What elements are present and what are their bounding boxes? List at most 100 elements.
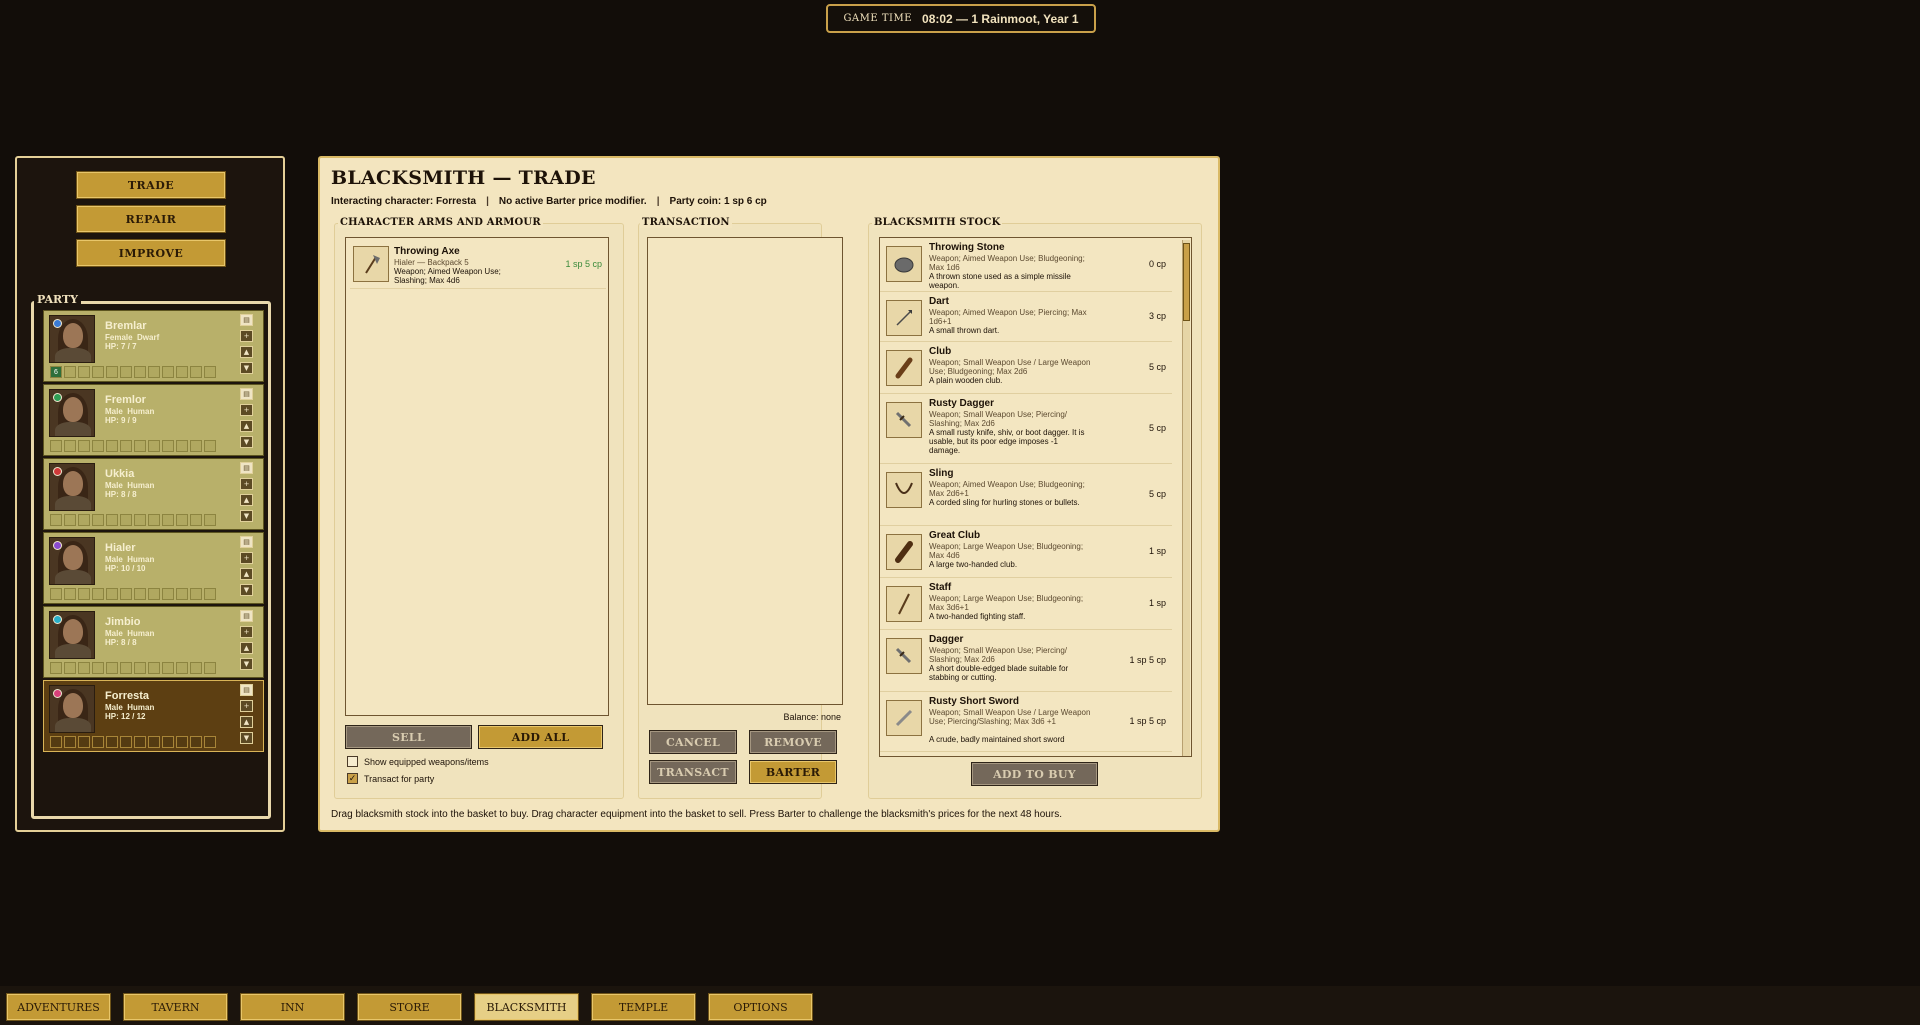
inventory-slot[interactable] xyxy=(92,514,104,526)
checkbox-box[interactable]: ✓ xyxy=(347,773,358,784)
character-portrait[interactable] xyxy=(49,463,95,511)
inventory-slot[interactable] xyxy=(78,366,90,378)
inventory-slot[interactable] xyxy=(204,514,216,526)
improve-button[interactable]: IMPROVE xyxy=(76,239,226,267)
inventory-slot[interactable] xyxy=(204,440,216,452)
party-member-card[interactable]: Fremlor Male Human HP: 9 / 9 ▤ + ▲ ▼ xyxy=(43,384,264,456)
party-member-card[interactable]: Hialer Male Human HP: 10 / 10 ▤ + ▲ ▼ xyxy=(43,532,264,604)
move-up-icon[interactable]: ▲ xyxy=(240,346,253,358)
stock-item[interactable]: Sling Weapon; Aimed Weapon Use; Bludgeon… xyxy=(880,464,1172,526)
inventory-slot[interactable] xyxy=(64,514,76,526)
party-member-card[interactable]: Ukkia Male Human HP: 8 / 8 ▤ + ▲ ▼ xyxy=(43,458,264,530)
character-portrait[interactable] xyxy=(49,537,95,585)
inventory-slot[interactable] xyxy=(78,662,90,674)
inventory-slot[interactable] xyxy=(190,366,202,378)
inventory-slot[interactable] xyxy=(134,662,146,674)
inventory-slot[interactable] xyxy=(148,588,160,600)
inventory-slot[interactable] xyxy=(120,366,132,378)
stock-list[interactable]: Throwing Stone Weapon; Aimed Weapon Use;… xyxy=(879,237,1192,757)
repair-button[interactable]: REPAIR xyxy=(76,205,226,233)
party-member-card[interactable]: Forresta Male Human HP: 12 / 12 ▤ + ▲ ▼ xyxy=(43,680,264,752)
character-items-list[interactable]: Throwing Axe Hialer — Backpack 5 Weapon;… xyxy=(345,237,609,716)
stock-item[interactable]: Dagger Weapon; Small Weapon Use; Piercin… xyxy=(880,630,1172,692)
inventory-slot[interactable] xyxy=(64,588,76,600)
inventory-slot[interactable] xyxy=(92,440,104,452)
inventory-slot[interactable] xyxy=(50,440,62,452)
tab-inn[interactable]: INN xyxy=(240,993,345,1021)
tab-tavern[interactable]: TAVERN xyxy=(123,993,228,1021)
checkbox-box[interactable] xyxy=(347,756,358,767)
stock-item[interactable]: Rusty Dagger Weapon; Small Weapon Use; P… xyxy=(880,394,1172,464)
inventory-slot[interactable] xyxy=(92,662,104,674)
inventory-slot[interactable] xyxy=(148,440,160,452)
inventory-slot[interactable] xyxy=(134,366,146,378)
inventory-slot[interactable] xyxy=(176,366,188,378)
transact-button[interactable]: TRANSACT xyxy=(649,760,737,784)
inventory-slot[interactable] xyxy=(64,736,76,748)
party-member-card[interactable]: Bremlar Female Dwarf HP: 7 / 7 6 ▤ + ▲ ▼ xyxy=(43,310,264,382)
character-sheet-icon[interactable]: ▤ xyxy=(240,536,253,548)
trade-button[interactable]: TRADE xyxy=(76,171,226,199)
character-portrait[interactable] xyxy=(49,389,95,437)
inventory-slot[interactable] xyxy=(148,736,160,748)
add-to-buy-button[interactable]: ADD TO BUY xyxy=(971,762,1098,786)
move-up-icon[interactable]: ▲ xyxy=(240,568,253,580)
inventory-slot[interactable] xyxy=(120,662,132,674)
inventory-slot[interactable] xyxy=(78,736,90,748)
tab-store[interactable]: STORE xyxy=(357,993,462,1021)
inventory-slot[interactable] xyxy=(162,736,174,748)
inventory-slot[interactable] xyxy=(120,736,132,748)
inventory-slot[interactable] xyxy=(64,440,76,452)
inventory-slot[interactable] xyxy=(162,440,174,452)
stock-item[interactable]: Throwing Stone Weapon; Aimed Weapon Use;… xyxy=(880,238,1172,292)
plus-icon[interactable]: + xyxy=(240,626,253,638)
move-down-icon[interactable]: ▼ xyxy=(240,584,253,596)
inventory-slot[interactable] xyxy=(204,736,216,748)
move-up-icon[interactable]: ▲ xyxy=(240,494,253,506)
move-down-icon[interactable]: ▼ xyxy=(240,436,253,448)
character-sheet-icon[interactable]: ▤ xyxy=(240,388,253,400)
move-up-icon[interactable]: ▲ xyxy=(240,716,253,728)
inventory-slot[interactable] xyxy=(50,514,62,526)
inventory-slot[interactable] xyxy=(176,440,188,452)
plus-icon[interactable]: + xyxy=(240,700,253,712)
inventory-slot[interactable] xyxy=(92,736,104,748)
plus-icon[interactable]: + xyxy=(240,404,253,416)
inventory-slot[interactable] xyxy=(148,366,160,378)
inventory-slot[interactable] xyxy=(92,366,104,378)
inventory-slot[interactable] xyxy=(204,662,216,674)
inventory-slot[interactable] xyxy=(120,440,132,452)
inventory-slot[interactable] xyxy=(78,514,90,526)
character-sheet-icon[interactable]: ▤ xyxy=(240,684,253,696)
character-portrait[interactable] xyxy=(49,611,95,659)
tab-adventures[interactable]: ADVENTURES xyxy=(6,993,111,1021)
inventory-slot[interactable] xyxy=(106,662,118,674)
inventory-slot[interactable] xyxy=(50,662,62,674)
stock-item[interactable]: Rusty Short Sword Weapon; Small Weapon U… xyxy=(880,692,1172,752)
stock-item[interactable]: Staff Weapon; Large Weapon Use; Bludgeon… xyxy=(880,578,1172,630)
inventory-slot[interactable] xyxy=(148,662,160,674)
inventory-slot[interactable] xyxy=(162,588,174,600)
inventory-slot[interactable] xyxy=(162,514,174,526)
tab-options[interactable]: OPTIONS xyxy=(708,993,813,1021)
plus-icon[interactable]: + xyxy=(240,552,253,564)
inventory-slot[interactable] xyxy=(92,588,104,600)
move-down-icon[interactable]: ▼ xyxy=(240,732,253,744)
inventory-slot[interactable] xyxy=(50,588,62,600)
inventory-slot[interactable] xyxy=(176,588,188,600)
inventory-slot[interactable] xyxy=(120,588,132,600)
inventory-slot[interactable] xyxy=(190,514,202,526)
inventory-slot[interactable] xyxy=(176,662,188,674)
cancel-button[interactable]: CANCEL xyxy=(649,730,737,754)
character-sheet-icon[interactable]: ▤ xyxy=(240,314,253,326)
inventory-slot[interactable] xyxy=(134,588,146,600)
inventory-slot[interactable] xyxy=(204,588,216,600)
inventory-slot[interactable] xyxy=(120,514,132,526)
inventory-slot[interactable] xyxy=(134,440,146,452)
inventory-slot[interactable] xyxy=(162,366,174,378)
inventory-slot[interactable] xyxy=(162,662,174,674)
tab-temple[interactable]: TEMPLE xyxy=(591,993,696,1021)
scrollbar-thumb[interactable] xyxy=(1183,243,1190,321)
inventory-slot[interactable] xyxy=(106,440,118,452)
move-up-icon[interactable]: ▲ xyxy=(240,642,253,654)
